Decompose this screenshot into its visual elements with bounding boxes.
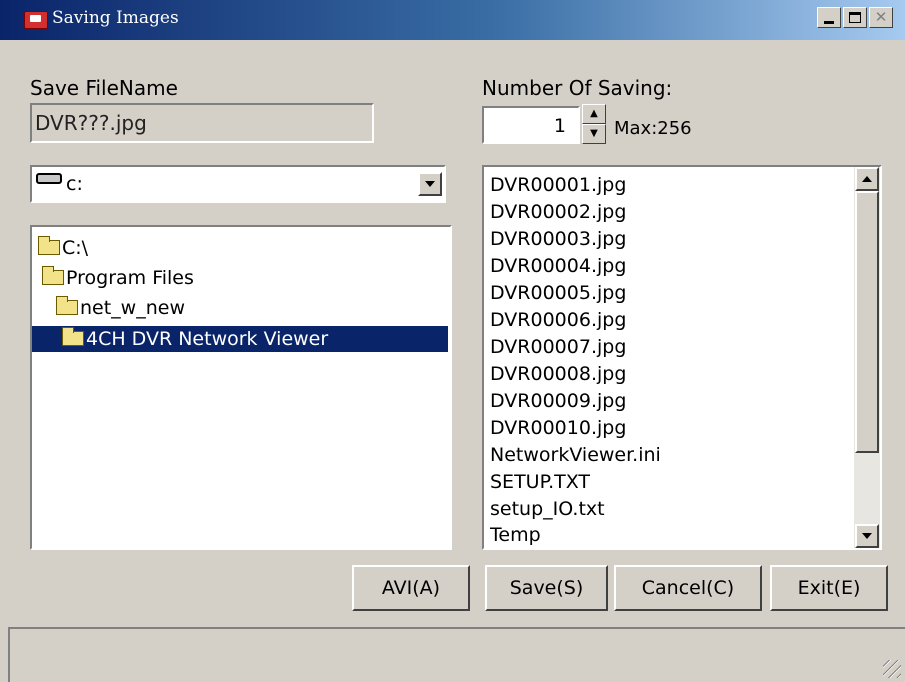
number-of-saving-input[interactable]: 1 <box>482 106 580 144</box>
app-icon <box>24 11 48 29</box>
number-of-saving-label: Number Of Saving: <box>482 76 673 100</box>
spin-down-button[interactable]: ▼ <box>582 124 606 144</box>
list-item[interactable]: setup_IO.txt <box>490 496 605 523</box>
drive-icon <box>36 173 62 184</box>
save-filename-label: Save FileName <box>30 76 178 100</box>
minimize-button[interactable] <box>817 7 841 28</box>
list-item[interactable]: DVR00010.jpg <box>490 415 626 442</box>
chevron-down-icon <box>425 181 435 187</box>
list-item[interactable]: DVR00003.jpg <box>490 226 626 253</box>
status-bar <box>8 627 905 682</box>
scroll-down-button[interactable] <box>855 524 879 548</box>
spin-up-button[interactable]: ▲ <box>582 104 606 124</box>
chevron-down-icon <box>862 533 872 539</box>
tree-item-label: net_w_new <box>80 297 185 319</box>
maximize-icon <box>849 12 861 23</box>
close-button[interactable]: ✕ <box>869 7 893 28</box>
tree-item-selected[interactable]: 4CH DVR Network Viewer <box>32 326 448 352</box>
resize-grip-icon[interactable] <box>883 660 901 678</box>
list-item[interactable]: DVR00006.jpg <box>490 307 626 334</box>
window-title: Saving Images <box>52 8 179 28</box>
folder-open-icon <box>62 327 84 346</box>
close-icon: ✕ <box>874 8 888 26</box>
list-item[interactable]: DVR00001.jpg <box>490 172 626 199</box>
list-item[interactable]: DVR00008.jpg <box>490 361 626 388</box>
save-filename-field[interactable]: DVR???.jpg <box>30 103 374 143</box>
vertical-scrollbar[interactable] <box>854 167 880 548</box>
tree-item-label: Program Files <box>66 267 194 289</box>
scrollbar-thumb[interactable] <box>855 191 879 453</box>
minimize-icon <box>824 21 834 24</box>
scroll-up-button[interactable] <box>855 167 879 191</box>
folder-open-icon <box>38 236 60 255</box>
exit-button[interactable]: Exit(E) <box>770 565 888 611</box>
maximize-button[interactable] <box>843 7 867 28</box>
cancel-button[interactable]: Cancel(C) <box>614 565 762 611</box>
list-item[interactable]: Temp <box>490 522 541 549</box>
max-count-label: Max:256 <box>614 118 692 139</box>
save-button[interactable]: Save(S) <box>485 565 608 611</box>
chevron-up-icon <box>862 176 872 182</box>
tree-item[interactable]: net_w_new <box>56 295 185 321</box>
folder-open-icon <box>42 266 64 285</box>
spin-up-icon: ▲ <box>590 108 598 119</box>
list-item[interactable]: SETUP.TXT <box>490 469 590 496</box>
list-item[interactable]: DVR00004.jpg <box>490 253 626 280</box>
tree-item[interactable]: C:\ <box>38 235 88 261</box>
tree-item[interactable]: Program Files <box>42 265 194 291</box>
list-item[interactable]: DVR00002.jpg <box>490 199 626 226</box>
directory-tree[interactable]: C:\ Program Files net_w_new 4CH DVR Netw… <box>30 225 452 550</box>
drive-value: c: <box>66 173 83 195</box>
avi-button[interactable]: AVI(A) <box>352 565 470 611</box>
drive-select[interactable]: c: <box>30 165 446 203</box>
list-item[interactable]: DVR00005.jpg <box>490 280 626 307</box>
spin-down-icon: ▼ <box>590 128 598 139</box>
list-item[interactable]: DVR00009.jpg <box>490 388 626 415</box>
file-list[interactable]: DVR00001.jpg DVR00002.jpg DVR00003.jpg D… <box>482 165 882 550</box>
list-item[interactable]: DVR00007.jpg <box>490 334 626 361</box>
list-item[interactable]: NetworkViewer.ini <box>490 442 661 469</box>
drive-dropdown-button[interactable] <box>418 172 442 196</box>
tree-item-label: 4CH DVR Network Viewer <box>86 328 329 350</box>
tree-item-label: C:\ <box>62 237 89 259</box>
folder-open-icon <box>56 296 78 315</box>
